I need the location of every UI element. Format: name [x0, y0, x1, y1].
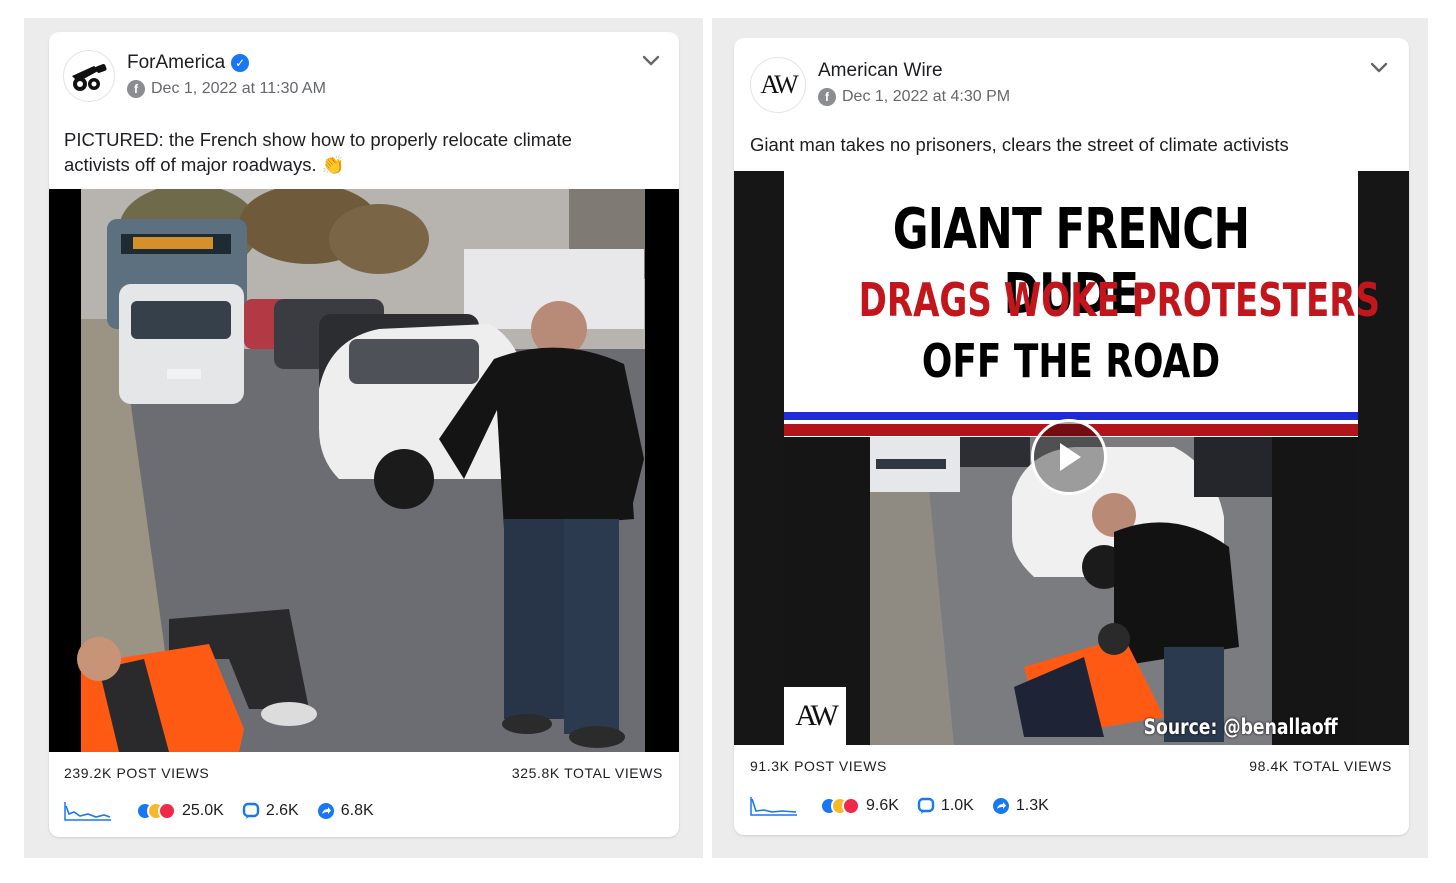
comments[interactable]: 1.0K	[917, 797, 974, 815]
play-button-icon[interactable]	[1031, 419, 1107, 495]
logo-text: AW	[760, 70, 798, 99]
post-text: PICTURED: the French show how to properl…	[64, 129, 572, 175]
page-name[interactable]: ForAmerica ✓	[127, 52, 250, 74]
cannon-icon	[72, 64, 107, 91]
post-text: Giant man takes no prisoners, clears the…	[750, 134, 1289, 155]
post-video[interactable]: GIANT FRENCH DUDE DRAGS WOKE PROTESTERS …	[734, 171, 1409, 745]
comment-icon	[917, 797, 935, 814]
chevron-down-icon[interactable]	[640, 50, 662, 72]
post-video[interactable]	[49, 189, 679, 752]
share-icon	[992, 798, 1009, 814]
comments-count: 1.0K	[940, 797, 974, 814]
reactions-count: 9.6K	[866, 797, 899, 814]
shares-count: 1.3K	[1015, 797, 1049, 814]
reaction-icons	[820, 797, 860, 815]
thumbnail-headline-2: DRAGS WOKE PROTESTERS	[858, 273, 1380, 327]
engagement-row: 9.6K 1.0K 1.3K	[750, 795, 1067, 817]
comment-icon	[242, 802, 260, 819]
thumbnail-watermark-logo: AW	[784, 687, 846, 745]
views-sparkline[interactable]	[64, 800, 112, 822]
facebook-icon: f	[127, 80, 145, 98]
avatar[interactable]: AW	[750, 57, 806, 113]
shares[interactable]: 6.8K	[317, 802, 374, 820]
share-icon	[317, 803, 334, 819]
engagement-row: 25.0K 2.6K 6.8K	[64, 800, 392, 822]
post-date[interactable]: f Dec 1, 2022 at 4:30 PM	[818, 88, 1010, 106]
page-name-text[interactable]: ForAmerica	[127, 52, 225, 74]
views-sparkline[interactable]	[750, 795, 798, 817]
shares-count: 6.8K	[340, 802, 374, 819]
verified-badge-icon: ✓	[231, 54, 250, 72]
reactions[interactable]: 25.0K	[136, 802, 224, 820]
shares[interactable]: 1.3K	[992, 797, 1049, 815]
thumbnail-source-caption: Source: @benallaoff	[1143, 715, 1338, 739]
post-date[interactable]: f Dec 1, 2022 at 11:30 AM	[127, 80, 326, 98]
total-views: 325.8K TOTAL VIEWS	[511, 765, 663, 781]
post-card-foramerica: ForAmerica ✓ f Dec 1, 2022 at 11:30 AM P…	[49, 32, 679, 837]
facebook-icon: f	[818, 88, 836, 106]
post-date-text[interactable]: Dec 1, 2022 at 11:30 AM	[151, 80, 326, 98]
page-name[interactable]: American Wire	[818, 60, 943, 82]
reactions-count: 25.0K	[182, 802, 224, 819]
total-views: 98.4K TOTAL VIEWS	[1249, 758, 1392, 774]
comments[interactable]: 2.6K	[242, 802, 299, 820]
chevron-down-icon[interactable]	[1368, 57, 1390, 79]
thumbnail-headline-3: OFF THE ROAD	[921, 334, 1221, 388]
post-views: 239.2K POST VIEWS	[64, 765, 210, 781]
sparkline-icon	[750, 797, 797, 816]
comments-count: 2.6K	[265, 802, 299, 819]
post-views: 91.3K POST VIEWS	[750, 758, 887, 774]
video-still	[49, 189, 679, 752]
post-date-text[interactable]: Dec 1, 2022 at 4:30 PM	[842, 88, 1010, 106]
sparkline-icon	[64, 802, 111, 821]
reactions[interactable]: 9.6K	[820, 797, 899, 815]
page-name-text[interactable]: American Wire	[818, 60, 943, 82]
american-wire-logo: AW	[760, 70, 798, 100]
post-card-american-wire: AW American Wire f Dec 1, 2022 at 4:30 P…	[734, 38, 1409, 835]
reaction-icons	[136, 802, 176, 820]
avatar[interactable]	[63, 50, 115, 102]
